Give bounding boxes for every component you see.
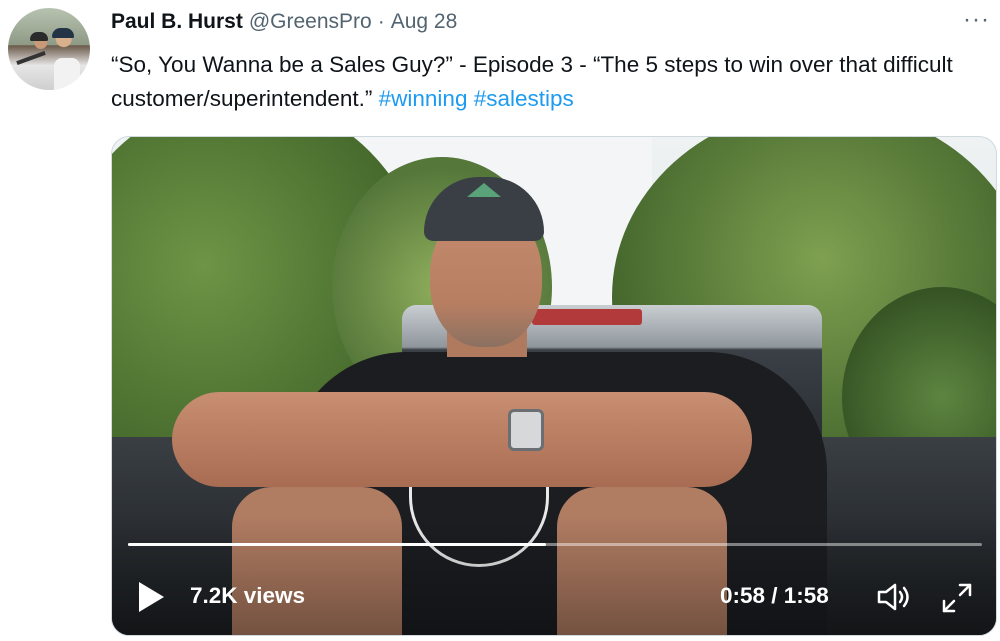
fullscreen-icon <box>942 583 972 613</box>
video-scene-brake-light <box>532 309 642 325</box>
hashtag-link[interactable]: #winning <box>379 86 468 111</box>
author-handle[interactable]: @GreensPro <box>249 10 372 34</box>
video-scene-watch <box>508 409 544 451</box>
play-button[interactable] <box>136 580 166 614</box>
author-name[interactable]: Paul B. Hurst <box>111 10 243 34</box>
fullscreen-button[interactable] <box>940 581 974 615</box>
author-avatar[interactable] <box>8 8 90 90</box>
video-controls-overlay <box>112 517 996 635</box>
more-horizontal-icon: ··· <box>963 6 990 33</box>
video-scene-person-arms <box>172 392 752 487</box>
avatar-figure-shirt <box>54 58 80 90</box>
volume-icon <box>877 583 909 611</box>
view-count: 7.2K views <box>190 583 306 608</box>
hashtag-link[interactable]: #salestips <box>474 86 574 111</box>
volume-button[interactable] <box>876 582 914 612</box>
avatar-microphone <box>16 50 46 66</box>
playback-time: 0:58 / 1:58 <box>720 583 829 608</box>
header-separator: · <box>377 10 385 33</box>
video-player[interactable]: 7.2K views 0:58 / 1:58 <box>111 136 997 636</box>
tweet-text: “So, You Wanna be a Sales Guy?” - Episod… <box>111 48 986 116</box>
play-icon <box>139 582 164 612</box>
tweet-date[interactable]: Aug 28 <box>391 10 458 34</box>
avatar-figure-cap <box>52 28 74 38</box>
tweet-header: Paul B. Hurst @GreensPro · Aug 28 <box>111 10 457 38</box>
avatar-figure-cap <box>30 32 48 41</box>
more-options-button[interactable]: ··· <box>963 6 990 34</box>
video-progress-bar[interactable] <box>128 543 982 546</box>
video-progress-fill <box>128 543 547 546</box>
